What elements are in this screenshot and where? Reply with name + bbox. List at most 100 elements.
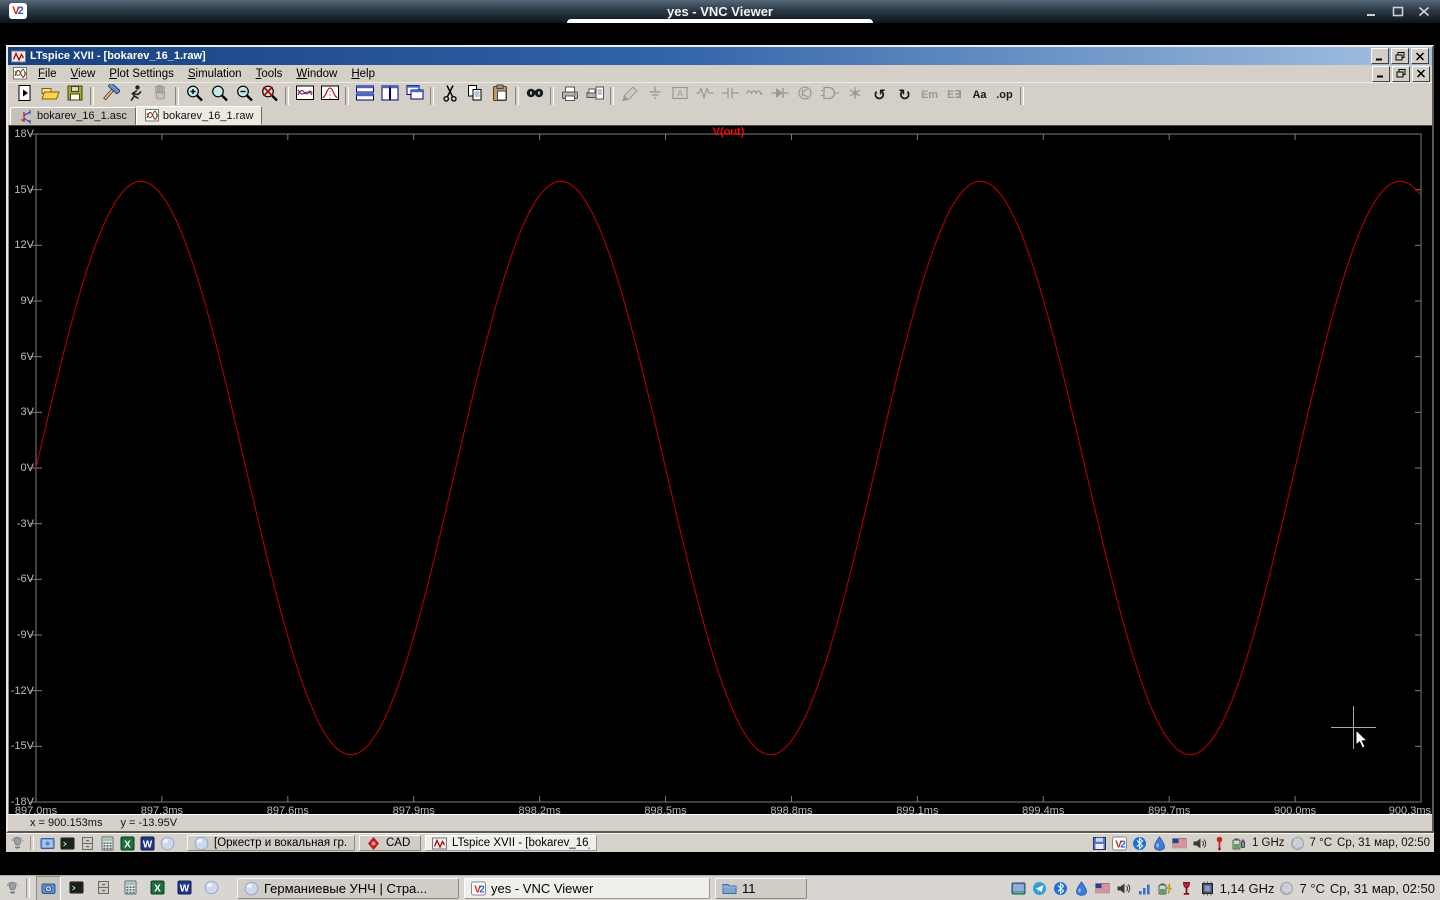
vnc-titlebar[interactable]: V2 yes - VNC Viewer [0,0,1440,23]
find-button[interactable] [522,84,547,107]
vnc-icon[interactable]: V2 [1111,836,1127,851]
file-cabinet-icon[interactable] [79,835,96,852]
excel-icon[interactable]: X [146,876,169,899]
speaker-icon[interactable] [1192,836,1207,851]
task-button-3[interactable]: LTspice XVII - [bokarev_16_... [425,835,597,851]
copy-button[interactable] [462,84,487,107]
ground-button[interactable] [642,84,667,107]
bluetooth-icon[interactable] [1053,881,1068,896]
file-manager-icon[interactable] [39,835,56,852]
misc-component-button[interactable] [842,84,867,107]
zoom-out-button[interactable] [232,84,257,107]
speaker-icon[interactable] [1116,881,1131,896]
excel-icon[interactable]: X [119,835,136,852]
halt-button[interactable] [147,84,172,107]
menu-window[interactable]: Window [289,67,344,81]
trace-label[interactable]: V(out) [36,126,1421,138]
cut-button[interactable] [437,84,462,107]
moon-ball-icon[interactable] [1290,836,1305,851]
ltspice-close-button[interactable] [1411,48,1429,64]
capacitor-button[interactable] [717,84,742,107]
component-button[interactable] [817,84,842,107]
local-clock[interactable]: Ср, 31 мар, 02:50 [1330,881,1435,896]
menu-tools[interactable]: Tools [249,67,290,81]
print-button[interactable] [557,84,582,107]
tab-bokarev_16_1.raw[interactable]: bokarev_16_1.raw [135,106,263,125]
spice-directive-button[interactable]: .op [992,84,1017,107]
mirror-button[interactable]: E∃ [942,84,967,107]
vnc-minimize-button[interactable] [1364,4,1380,20]
telegram-icon[interactable] [1032,881,1047,896]
cpu-chip-icon[interactable] [1200,881,1215,896]
calculator-icon[interactable] [119,876,142,899]
tile-horizontal-button[interactable] [352,84,377,107]
word-icon[interactable]: W [139,835,156,852]
moon-ball-icon[interactable] [1279,881,1294,896]
file-manager-tray-icon[interactable] [1011,881,1026,896]
word-icon[interactable]: W [173,876,196,899]
undo-button[interactable]: ↺ [867,84,892,107]
zoom-box-button[interactable] [207,84,232,107]
terminal-icon[interactable] [65,876,88,899]
tab-bokarev_16_1.asc[interactable]: bokarev_16_1.asc [10,107,136,125]
gnome-foot-icon[interactable] [10,836,25,851]
save-button[interactable] [62,84,87,107]
ltspice-restore-button[interactable] [1391,48,1409,64]
menu-simulation[interactable]: Simulation [181,67,249,81]
thermometer-icon[interactable] [1212,836,1227,851]
vnc-remote-screen[interactable]: LTspice XVII - [bokarev_16_1.raw] File Vi… [0,23,1440,875]
document-minimize-button[interactable] [1372,65,1390,82]
diode-button[interactable] [767,84,792,107]
floppy-icon[interactable] [1092,836,1107,851]
menu-file[interactable]: File [31,67,64,81]
gnome-foot-icon[interactable] [5,881,20,896]
waveform-plot-pane[interactable]: V(out) 18V 15V 12V 9V 6V 3V 0V -3V -6V -9V -12V -15… [8,125,1432,814]
task-button-2[interactable]: V 2 yes - VNC Viewer [464,877,710,899]
droplet-icon[interactable] [1152,835,1167,851]
task-button-2[interactable]: CAD [359,835,421,851]
label-button[interactable]: A [667,84,692,107]
browser-icon[interactable] [200,876,223,899]
ltspice-minimize-button[interactable] [1371,48,1389,64]
control-panel-button[interactable] [97,82,122,107]
browser-icon[interactable] [159,835,176,852]
file-cabinet-icon[interactable] [92,876,115,899]
task-button-3[interactable]: 11 [715,877,807,899]
tile-vertical-button[interactable] [377,84,402,107]
task-button-1[interactable]: [Оркестр и вокальная гр... [187,835,355,851]
run-button[interactable] [122,84,147,107]
bjt-button[interactable] [792,84,817,107]
terminal-icon[interactable] [59,835,76,852]
open-file-button[interactable] [37,84,62,107]
menu-help[interactable]: Help [344,67,382,81]
battery-charging-icon[interactable] [1158,881,1173,896]
menu-view[interactable]: View [64,67,103,81]
autorange-button[interactable] [292,84,317,107]
text-tool-button[interactable]: Aa [967,84,992,107]
paste-button[interactable] [487,84,512,107]
wine-icon[interactable] [1179,881,1194,896]
plot-settings-button[interactable] [317,84,342,107]
redo-button[interactable]: ↻ [892,84,917,107]
vnc-close-button[interactable] [1416,4,1432,20]
ltspice-titlebar[interactable]: LTspice XVII - [bokarev_16_1.raw] [8,47,1432,65]
signal-icon[interactable] [1137,881,1152,896]
calculator-icon[interactable] [99,835,116,852]
waveform-plot[interactable] [9,126,1432,814]
droplet-icon[interactable] [1074,880,1089,896]
us-flag-icon[interactable] [1172,836,1187,851]
bluetooth-icon[interactable] [1132,836,1147,851]
document-close-button[interactable] [1412,65,1430,82]
zoom-full-button[interactable] [257,84,282,107]
inductor-button[interactable] [742,84,767,107]
resistor-button[interactable] [692,84,717,107]
cascade-windows-button[interactable] [402,84,427,107]
screenshot-icon[interactable] [36,875,61,900]
menu-plot-settings[interactable]: Plot Settings [102,67,181,81]
task-button-1[interactable]: Германиевые УНЧ | Стра... [237,877,459,899]
zoom-in-button[interactable] [182,84,207,107]
wire-button[interactable] [617,84,642,107]
battery-plug-icon[interactable] [1232,836,1247,851]
remote-clock[interactable]: Ср, 31 мар, 02:50 [1337,837,1430,849]
rotate-button[interactable]: Em [917,84,942,107]
